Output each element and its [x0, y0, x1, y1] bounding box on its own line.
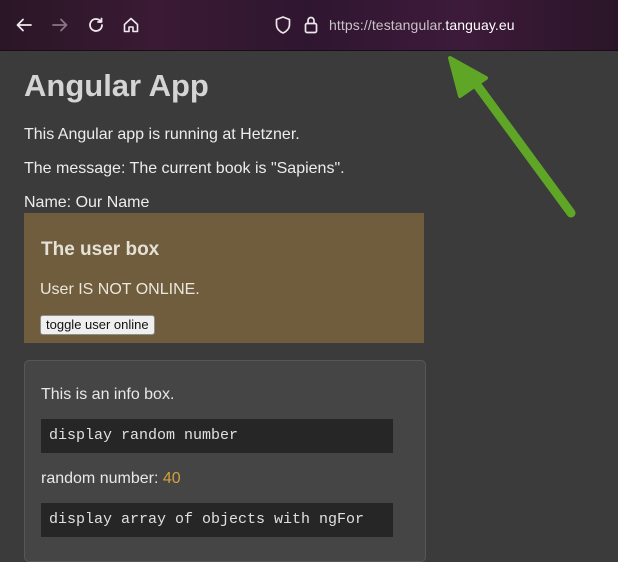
arrow-left-icon — [16, 18, 32, 32]
url-prefix: https://testangular. — [329, 17, 446, 33]
arrow-right-icon — [52, 18, 68, 32]
random-number-label: random number: — [41, 470, 163, 487]
reload-button[interactable] — [84, 13, 108, 37]
shield-icon[interactable] — [274, 15, 292, 35]
reload-icon — [89, 17, 103, 32]
user-box-heading: The user box — [41, 239, 160, 260]
random-number-value: 40 — [162, 470, 181, 487]
message-text: The message: The current book is "Sapien… — [24, 160, 345, 177]
user-status: User IS NOT ONLINE. — [40, 281, 200, 298]
address-bar[interactable]: https://testangular.tanguay.eu — [268, 9, 618, 41]
info-text: This is an info box. — [41, 386, 175, 403]
random-number-line: random number: 40 — [41, 470, 181, 488]
toggle-user-online-button[interactable]: toggle user online — [40, 315, 155, 335]
lock-icon[interactable] — [303, 15, 319, 35]
annotation-arrow — [448, 56, 576, 218]
code-display-array: display array of objects with ngFor — [41, 503, 393, 537]
user-box: The user box User IS NOT ONLINE. toggle … — [24, 213, 424, 343]
name-text: Name: Our Name — [24, 194, 150, 211]
page-title: Angular App — [24, 68, 209, 103]
url-text[interactable]: https://testangular.tanguay.eu — [329, 17, 515, 33]
browser-toolbar: https://testangular.tanguay.eu — [0, 0, 618, 51]
home-icon — [123, 17, 139, 33]
url-domain: tanguay.eu — [445, 17, 515, 33]
home-button[interactable] — [119, 13, 143, 37]
back-button[interactable] — [12, 13, 36, 37]
running-text: This Angular app is running at Hetzner. — [24, 126, 300, 143]
info-box: This is an info box. display random numb… — [24, 360, 426, 562]
forward-button[interactable] — [48, 13, 72, 37]
code-display-random-number: display random number — [41, 419, 393, 453]
